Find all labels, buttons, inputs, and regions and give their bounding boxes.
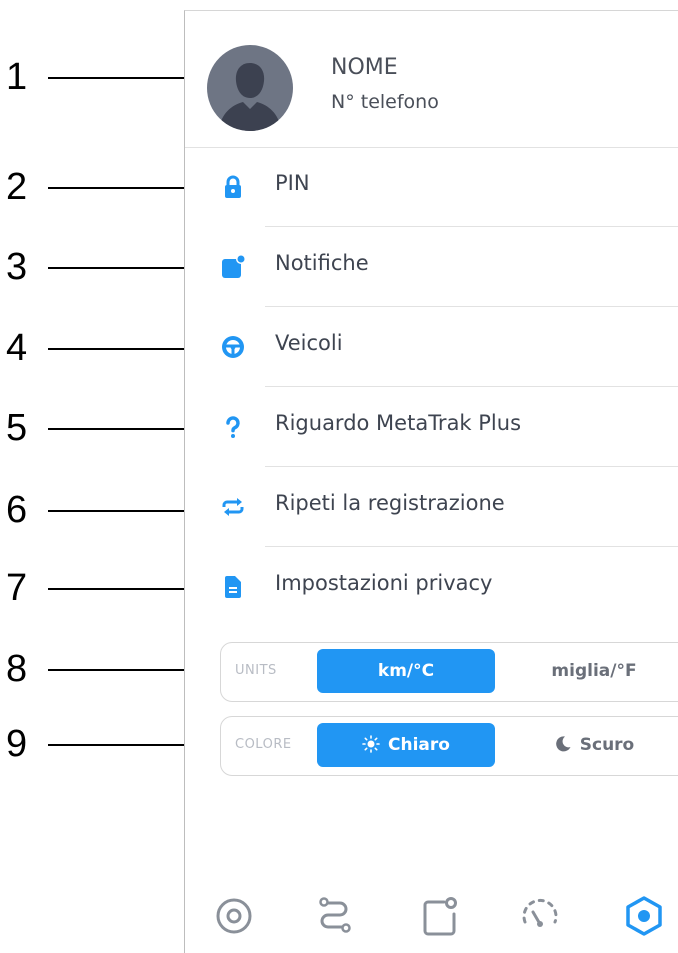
callout-line	[48, 428, 195, 430]
callout-line	[48, 348, 195, 350]
callout-number: 3	[6, 246, 28, 288]
tab-route-icon[interactable]	[312, 894, 356, 938]
callout-number: 2	[6, 166, 28, 208]
callout-8: 8	[0, 649, 205, 689]
document-icon	[221, 575, 245, 599]
callout-line	[48, 588, 195, 590]
menu-item-label: Veicoli	[275, 331, 343, 355]
profile-name: NOME	[331, 55, 398, 80]
callout-9: 9	[0, 724, 205, 764]
tab-target-icon[interactable]	[212, 894, 256, 938]
callout-number: 5	[6, 407, 28, 449]
menu-item-label: Ripeti la registrazione	[275, 491, 505, 515]
menu-item-veicoli[interactable]: Veicoli	[185, 307, 678, 387]
steering-wheel-icon	[221, 335, 245, 359]
menu-item-riguardo[interactable]: Riguardo MetaTrak Plus	[185, 387, 678, 467]
units-caption: UNITS	[235, 663, 277, 678]
menu-item-notifiche[interactable]: Notifiche	[185, 227, 678, 307]
notification-icon	[221, 254, 246, 279]
theme-option-dark[interactable]: Scuro	[511, 723, 677, 767]
tab-notification-square-icon[interactable]	[418, 894, 462, 938]
callout-number: 1	[6, 56, 28, 98]
units-option-km[interactable]: km/°C	[317, 649, 495, 693]
theme-option-light[interactable]: Chiaro	[317, 723, 495, 767]
callout-line	[48, 510, 195, 512]
callout-6: 6	[0, 490, 205, 530]
profile-phone: N° telefono	[331, 91, 439, 113]
callout-line	[48, 744, 195, 746]
callout-line	[48, 669, 195, 671]
callout-2: 2	[0, 167, 205, 207]
profile-header[interactable]: NOME N° telefono	[185, 11, 678, 148]
menu-item-privacy[interactable]: Impostazioni privacy	[185, 547, 678, 627]
question-icon	[221, 415, 245, 439]
menu-item-ripeti-registrazione[interactable]: Ripeti la registrazione	[185, 467, 678, 547]
callout-line	[48, 267, 195, 269]
theme-caption: COLORE	[235, 737, 292, 752]
callout-number: 8	[6, 648, 28, 690]
callout-3: 3	[0, 247, 205, 287]
settings-screen: NOME N° telefono PIN Notifiche Veicoli R…	[184, 10, 678, 953]
menu-item-label: Notifiche	[275, 251, 369, 275]
callout-line	[48, 187, 195, 189]
callout-number: 7	[6, 567, 28, 609]
callout-number: 9	[6, 723, 28, 765]
callout-line	[48, 77, 195, 79]
callout-4: 4	[0, 328, 205, 368]
tab-settings-hexagon-icon[interactable]	[622, 894, 666, 938]
theme-toggle: COLORE Chiaro Scuro	[220, 716, 678, 776]
units-option-miles[interactable]: miglia/°F	[511, 649, 677, 693]
callout-1: 1	[0, 57, 205, 97]
callout-number: 4	[6, 327, 28, 369]
callout-number: 6	[6, 489, 28, 531]
menu-item-label: Impostazioni privacy	[275, 571, 493, 595]
menu-item-label: Riguardo MetaTrak Plus	[275, 411, 522, 435]
user-silhouette-icon	[207, 45, 293, 131]
theme-option-light-label: Chiaro	[388, 735, 450, 755]
repeat-icon	[221, 495, 245, 519]
sun-icon	[362, 735, 380, 753]
menu-item-pin[interactable]: PIN	[185, 147, 678, 227]
callout-5: 5	[0, 408, 205, 448]
tab-speedometer-icon[interactable]	[518, 894, 562, 938]
theme-option-dark-label: Scuro	[579, 735, 635, 755]
callout-7: 7	[0, 568, 205, 608]
lock-icon	[221, 175, 245, 199]
units-toggle: UNITS km/°C miglia/°F	[220, 642, 678, 702]
moon-icon	[555, 736, 571, 752]
menu-item-label: PIN	[275, 171, 310, 195]
